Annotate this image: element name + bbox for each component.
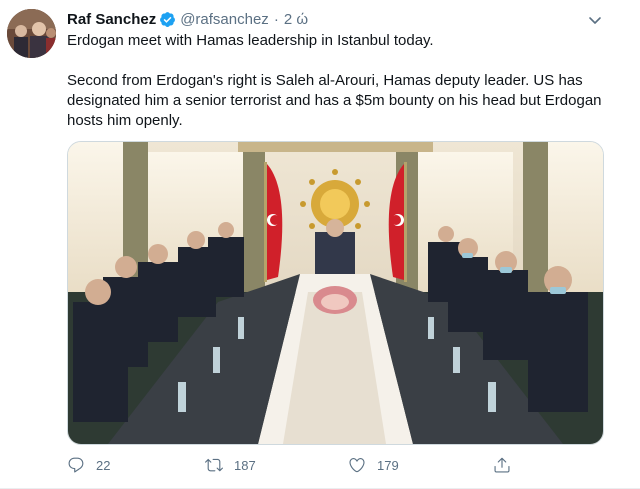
- tweet[interactable]: Raf Sanchez @rafsanchez · 2 ώ Erdogan me…: [0, 0, 640, 489]
- heart-icon: [349, 458, 365, 473]
- author-handle[interactable]: @rafsanchez: [180, 11, 269, 28]
- tweet-text: Erdogan meet with Hamas leadership in Is…: [67, 31, 607, 131]
- reply-icon: [68, 457, 84, 473]
- avatar-image: [7, 9, 56, 58]
- like-button[interactable]: 179: [348, 452, 399, 478]
- tweet-photo[interactable]: [67, 141, 604, 445]
- like-count: 179: [377, 457, 399, 473]
- tweet-header: Raf Sanchez @rafsanchez · 2 ώ: [67, 9, 308, 29]
- more-options-button[interactable]: [584, 9, 606, 31]
- retweet-icon: [205, 458, 223, 472]
- tweet-actions: 22 187 179: [67, 452, 527, 478]
- meeting-photo: [68, 142, 603, 444]
- share-icon: [494, 457, 510, 473]
- author-avatar[interactable]: [7, 9, 56, 58]
- tweet-text-line-2: Second from Erdogan's right is Saleh al-…: [67, 72, 602, 129]
- tweet-timestamp[interactable]: 2 ώ: [284, 11, 308, 28]
- verified-badge-icon: [159, 11, 176, 28]
- reply-count: 22: [96, 457, 111, 473]
- reply-button[interactable]: 22: [67, 452, 110, 478]
- share-button[interactable]: [493, 452, 511, 478]
- author-name[interactable]: Raf Sanchez: [67, 11, 156, 28]
- chevron-down-icon: [589, 17, 601, 24]
- separator-dot: ·: [273, 10, 279, 28]
- retweet-count: 187: [234, 457, 256, 473]
- tweet-text-line-1: Erdogan meet with Hamas leadership in Is…: [67, 32, 434, 49]
- retweet-button[interactable]: 187: [205, 452, 256, 478]
